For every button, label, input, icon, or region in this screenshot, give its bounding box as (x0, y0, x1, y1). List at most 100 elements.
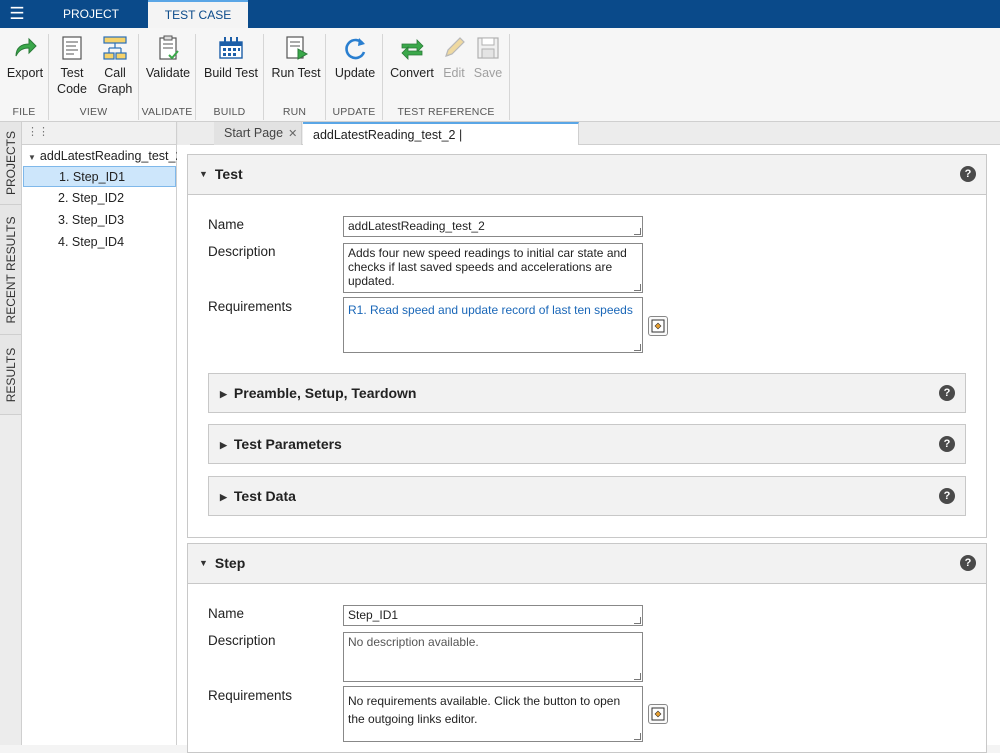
resize-grip-icon[interactable] (634, 617, 641, 624)
ribbon-group-file-label: FILE (12, 106, 36, 118)
test-panel-title: ▼ Test (199, 166, 243, 182)
edit-button[interactable]: Edit (438, 34, 470, 81)
convert-button[interactable]: Convert (388, 34, 436, 81)
resize-grip-icon[interactable] (634, 228, 641, 235)
tab-project[interactable]: PROJECT (36, 0, 146, 28)
tab-results[interactable]: RESULTS (0, 335, 21, 415)
step-panel-title: ▼ Step (199, 555, 245, 571)
tab-test-case[interactable]: TEST CASE (148, 0, 248, 30)
tab-projects-label: PROJECTS (3, 130, 18, 196)
step-panel-header[interactable]: ▼ Step ? (188, 544, 986, 584)
help-icon[interactable]: ? (960, 555, 976, 571)
ribbon-group-update: Update UPDATE (326, 34, 383, 120)
help-icon[interactable]: ? (939, 385, 955, 401)
grip-handle-icon[interactable]: ⋮⋮ (27, 125, 49, 138)
project-tree-panel: ⋮⋮ ▼ addLatestReading_test_2 1. Step_ID1 … (22, 122, 182, 745)
call-graph-label-line2: Graph (97, 82, 133, 96)
resize-grip-icon[interactable] (634, 673, 641, 680)
test-description-value: Adds four new speed readings to initial … (348, 246, 627, 288)
help-icon[interactable]: ? (939, 436, 955, 452)
side-panel-tabs: PROJECTS RECENT RESULTS RESULTS (0, 122, 22, 745)
test-requirements-label: Requirements (208, 299, 293, 314)
validate-button[interactable]: Validate (143, 34, 193, 81)
ribbon-group-test-reference: Convert Edit Save TEST REFERENCE (383, 34, 510, 120)
test-code-icon (62, 36, 82, 60)
tree-item-step-4[interactable]: 4. Step_ID4 (23, 232, 176, 253)
preamble-setup-teardown-section[interactable]: ▶ Preamble, Setup, Teardown ? (208, 373, 966, 413)
update-button[interactable]: Update (330, 34, 380, 81)
resize-grip-icon[interactable] (634, 733, 641, 740)
tree-item-step-2[interactable]: 2. Step_ID2 (23, 188, 176, 209)
test-data-section[interactable]: ▶ Test Data ? (208, 476, 966, 516)
run-test-button[interactable]: Run Test (269, 34, 323, 81)
tab-test-case-editor[interactable]: addLatestReading_test_2 | Demo_C_PS_Test… (303, 122, 579, 164)
chevron-right-icon[interactable]: ▶ (220, 389, 227, 400)
ribbon-group-update-label: UPDATE (332, 106, 376, 118)
build-test-label: Build Test (204, 66, 258, 80)
call-graph-button[interactable]: Call Graph (95, 34, 135, 97)
help-icon[interactable]: ? (960, 166, 976, 182)
link-editor-icon (651, 319, 665, 333)
chevron-right-icon[interactable]: ▶ (220, 492, 227, 503)
test-name-field[interactable]: addLatestReading_test_2 (343, 216, 643, 237)
chevron-right-icon[interactable]: ▶ (220, 440, 227, 451)
tab-results-label: RESULTS (3, 347, 18, 402)
chevron-down-icon[interactable]: ▼ (199, 169, 208, 179)
tab-start-page[interactable]: Start Page ✕ (214, 122, 302, 145)
test-name-label: Name (208, 217, 245, 232)
tree-root-node[interactable]: ▼ addLatestReading_test_2 (28, 149, 182, 163)
validate-label: Validate (145, 66, 191, 80)
help-icon[interactable]: ? (939, 488, 955, 504)
step-description-value: No description available. (348, 635, 479, 649)
call-graph-label-line1: Call (104, 66, 126, 80)
test-data-section-title: ▶ Test Data (220, 488, 296, 504)
ribbon-group-test-reference-label: TEST REFERENCE (397, 106, 495, 118)
test-description-field[interactable]: Adds four new speed readings to initial … (343, 243, 643, 293)
step-requirements-label: Requirements (208, 688, 293, 703)
step-requirements-field[interactable]: No requirements available. Click the but… (343, 686, 643, 742)
step-name-value: Step_ID1 (348, 608, 399, 622)
save-button[interactable]: Save (472, 34, 504, 81)
test-panel: ▼ Test ? Name addLatestReading_test_2 Des… (187, 154, 987, 538)
ribbon-group-run-label: RUN (282, 106, 307, 118)
tab-start-page-label: Start Page (224, 126, 284, 140)
tree-item-step-1[interactable]: 1. Step_ID1 (23, 166, 176, 187)
step-panel-title-text: Step (214, 555, 246, 571)
chevron-down-icon[interactable]: ▼ (199, 558, 208, 568)
chevron-down-icon[interactable]: ▼ (28, 153, 36, 162)
tab-projects[interactable]: PROJECTS (0, 122, 21, 205)
export-button[interactable]: Export (4, 34, 46, 81)
edit-pencil-icon (445, 37, 465, 57)
save-label: Save (473, 66, 503, 80)
requirement-link[interactable]: R1. Read speed and update record of last… (348, 303, 633, 317)
call-graph-icon (103, 36, 127, 60)
resize-grip-icon[interactable] (634, 284, 641, 291)
link-editor-icon (651, 707, 665, 721)
hamburger-menu-icon[interactable]: ☰ (6, 4, 28, 24)
resize-grip-icon[interactable] (634, 344, 641, 351)
export-arrow-icon (15, 37, 37, 57)
tab-recent-results-label: RECENT RESULTS (3, 216, 18, 323)
document-tab-bar: Start Page ✕ addLatestReading_test_2 | De… (177, 122, 1000, 164)
test-description-label: Description (208, 244, 276, 259)
test-code-button[interactable]: Test Code (53, 34, 91, 97)
tab-overflow-icon[interactable] (178, 122, 190, 145)
test-parameters-section[interactable]: ▶ Test Parameters ? (208, 424, 966, 464)
build-test-button[interactable]: Build Test (200, 34, 262, 81)
test-panel-title-text: Test (214, 166, 243, 182)
step-description-field[interactable]: No description available. (343, 632, 643, 682)
step-requirements-editor-button[interactable] (648, 704, 668, 724)
step-name-field[interactable]: Step_ID1 (343, 605, 643, 626)
requirements-editor-button[interactable] (648, 316, 668, 336)
test-panel-header[interactable]: ▼ Test ? (188, 155, 986, 195)
update-refresh-icon (345, 38, 366, 60)
tree-toolbar: ⋮⋮ (22, 122, 176, 145)
test-parameters-section-title: ▶ Test Parameters (220, 436, 342, 452)
convert-label: Convert (390, 66, 434, 80)
tab-recent-results[interactable]: RECENT RESULTS (0, 205, 21, 335)
preamble-section-title: ▶ Preamble, Setup, Teardown (220, 385, 416, 401)
test-requirements-field[interactable]: R1. Read speed and update record of last… (343, 297, 643, 353)
tree-item-step-3[interactable]: 3. Step_ID3 (23, 210, 176, 231)
test-code-label-line2: Code (57, 82, 87, 96)
close-icon[interactable]: ✕ (288, 128, 297, 140)
